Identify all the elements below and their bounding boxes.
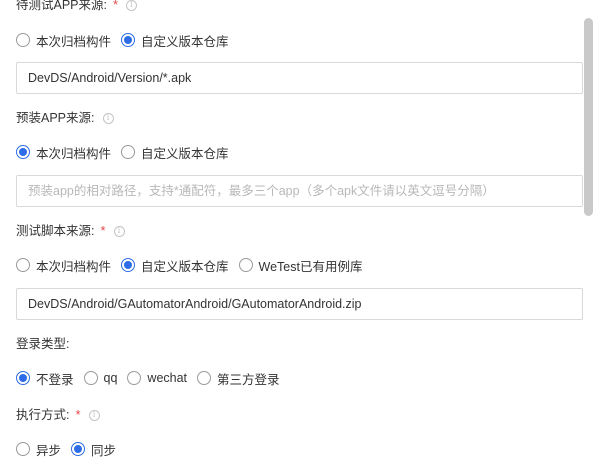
exec-mode-label-row: 执行方式: * i — [16, 407, 100, 423]
exec-mode-option-async[interactable]: 异步 — [16, 440, 61, 459]
preinstall-source-label-row: 预装APP来源: i — [16, 110, 114, 126]
preinstall-path-input[interactable] — [16, 175, 583, 207]
radio-checked-icon[interactable] — [16, 371, 30, 385]
login-type-label-row: 登录类型: — [16, 336, 69, 352]
app-source-label-row: 待测试APP来源: * i — [16, 0, 138, 13]
radio-circle-icon[interactable] — [16, 442, 30, 456]
exec-mode-label: 执行方式: — [16, 408, 70, 422]
exec-mode-option-sync[interactable]: 同步 — [71, 440, 116, 459]
info-icon[interactable]: i — [102, 112, 114, 124]
radio-circle-icon[interactable] — [16, 33, 30, 47]
required-mark: * — [100, 223, 106, 238]
preinstall-source-option-archive[interactable]: 本次归档构件 — [16, 143, 111, 162]
login-type-label: 登录类型: — [16, 337, 70, 351]
info-icon[interactable]: i — [113, 225, 125, 237]
required-mark: * — [75, 407, 81, 422]
exec-mode-radio-group: 异步 同步 — [16, 439, 126, 459]
script-path-input[interactable] — [16, 288, 583, 320]
app-source-option-archive[interactable]: 本次归档构件 — [16, 31, 111, 50]
script-source-option-wetest[interactable]: WeTest已有用例库 — [238, 256, 362, 275]
script-source-option-archive[interactable]: 本次归档构件 — [16, 256, 111, 275]
app-source-radio-group: 本次归档构件 自定义版本仓库 — [16, 30, 239, 50]
radio-circle-icon[interactable] — [238, 258, 253, 272]
app-source-option-custom-repo[interactable]: 自定义版本仓库 — [121, 31, 229, 50]
script-source-label-row: 测试脚本来源: * i — [16, 223, 125, 239]
required-mark: * — [113, 0, 119, 12]
radio-checked-icon[interactable] — [121, 33, 136, 47]
scrollbar-thumb[interactable] — [584, 18, 593, 216]
info-icon[interactable]: i — [126, 0, 138, 11]
info-icon[interactable]: i — [88, 409, 100, 421]
login-type-radio-group: 不登录 qq wechat 第三方登录 — [16, 368, 290, 388]
radio-circle-icon[interactable] — [121, 145, 136, 159]
radio-checked-icon[interactable] — [16, 145, 30, 159]
preinstall-source-option-custom-repo[interactable]: 自定义版本仓库 — [121, 143, 229, 162]
radio-circle-icon[interactable] — [83, 371, 98, 385]
radio-checked-icon[interactable] — [121, 258, 136, 272]
app-source-label: 待测试APP来源: — [16, 0, 107, 12]
script-source-label: 测试脚本来源: — [16, 224, 95, 238]
login-type-option-third-party[interactable]: 第三方登录 — [197, 369, 280, 388]
radio-circle-icon[interactable] — [16, 258, 30, 272]
login-type-option-none[interactable]: 不登录 — [16, 369, 74, 388]
script-source-radio-group: 本次归档构件 自定义版本仓库 WeTest已有用例库 — [16, 255, 372, 275]
preinstall-source-label: 预装APP来源: — [16, 111, 95, 125]
radio-circle-icon[interactable] — [127, 371, 142, 385]
preinstall-source-radio-group: 本次归档构件 自定义版本仓库 — [16, 142, 239, 162]
login-type-option-qq[interactable]: qq — [83, 371, 117, 385]
radio-circle-icon[interactable] — [197, 371, 212, 385]
radio-checked-icon[interactable] — [71, 442, 86, 456]
login-type-option-wechat[interactable]: wechat — [127, 371, 187, 385]
script-source-option-custom-repo[interactable]: 自定义版本仓库 — [121, 256, 229, 275]
app-source-path-input[interactable] — [16, 62, 583, 94]
